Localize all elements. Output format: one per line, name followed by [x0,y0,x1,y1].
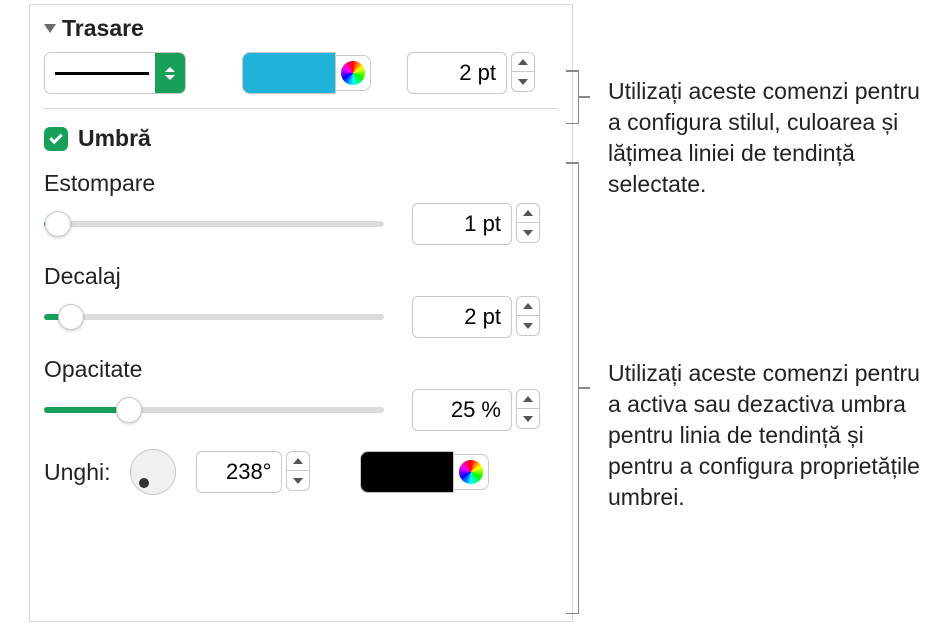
shadow-color-swatch[interactable] [360,451,454,493]
unghi-input[interactable] [196,451,282,493]
stepper-down-icon[interactable] [516,409,540,429]
stepper-up-icon[interactable] [516,296,540,316]
shadow-color-well [360,451,489,493]
stroke-color-well [242,52,371,94]
decalaj-input[interactable] [412,296,512,338]
stroke-width-field [407,52,535,94]
opacitate-input[interactable] [412,389,512,431]
umbra-checkbox[interactable] [44,127,68,151]
estompare-slider[interactable] [44,211,384,237]
chevrons-updown-icon [155,53,185,93]
stroke-width-input[interactable] [407,52,507,94]
trasare-header[interactable]: Trasare [44,15,558,42]
unghi-stepper[interactable] [286,451,310,493]
unghi-row: Unghi: [44,449,558,495]
color-wheel-icon [341,61,365,85]
opacitate-slider[interactable] [44,397,384,423]
angle-dial[interactable] [130,449,176,495]
umbra-title: Umbră [78,125,151,152]
decalaj-stepper[interactable] [516,296,540,338]
stroke-width-stepper[interactable] [511,52,535,94]
stroke-style-dropdown[interactable] [44,52,186,94]
color-wheel-icon [459,460,483,484]
estompare-field [412,203,540,245]
inspector-panel: Trasare Umbră Estompa [29,4,573,622]
unghi-label: Unghi: [44,459,110,486]
opacitate-field [412,389,540,431]
disclosure-triangle-icon [44,24,56,33]
stroke-line-preview-icon [55,72,149,75]
stroke-row [44,52,558,94]
stepper-up-icon[interactable] [516,203,540,223]
stroke-color-swatch[interactable] [242,52,336,94]
callout-bracket-icon [578,70,579,124]
stepper-down-icon[interactable] [516,223,540,243]
angle-indicator-icon [139,478,149,488]
opacitate-row [44,389,558,431]
stepper-up-icon[interactable] [286,451,310,471]
stepper-up-icon[interactable] [511,52,535,72]
unghi-field [196,451,310,493]
estompare-row [44,203,558,245]
callout-text-shadow: Utilizați aceste comenzi pentru a activa… [608,358,923,513]
stepper-up-icon[interactable] [516,389,540,409]
umbra-checkbox-row[interactable]: Umbră [44,125,558,152]
stroke-color-picker-button[interactable] [335,55,371,91]
decalaj-slider[interactable] [44,304,384,330]
checkmark-icon [49,130,62,143]
decalaj-field [412,296,540,338]
estompare-input[interactable] [412,203,512,245]
decalaj-label: Decalaj [44,263,558,290]
opacitate-label: Opacitate [44,356,558,383]
estompare-stepper[interactable] [516,203,540,245]
divider [44,108,558,109]
stepper-down-icon[interactable] [516,316,540,336]
decalaj-row [44,296,558,338]
stepper-down-icon[interactable] [286,471,310,491]
estompare-label: Estompare [44,170,558,197]
shadow-color-picker-button[interactable] [453,454,489,490]
trasare-title: Trasare [62,15,144,42]
callout-text-stroke: Utilizați aceste comenzi pentru a config… [608,76,923,200]
opacitate-stepper[interactable] [516,389,540,431]
callout-bracket-icon [578,162,579,614]
stepper-down-icon[interactable] [511,72,535,92]
